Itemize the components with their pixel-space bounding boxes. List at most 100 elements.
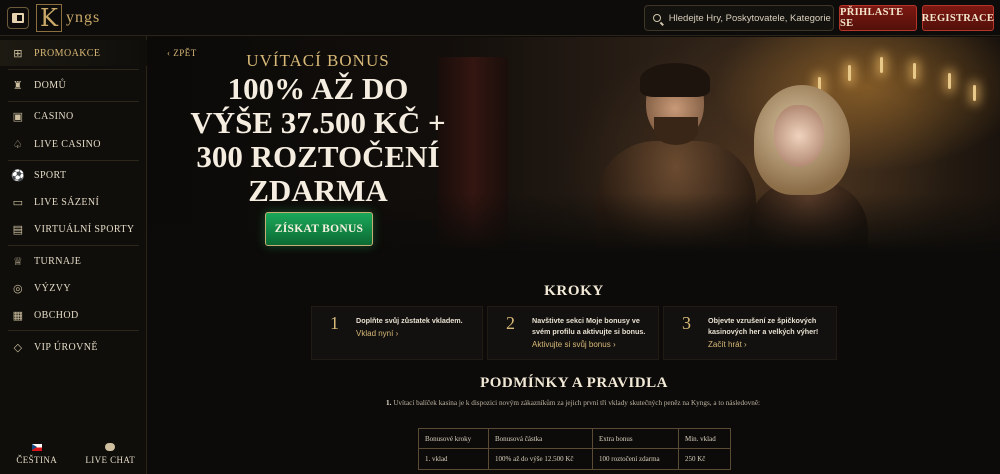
hero-title-line: 100% AŽ DO [227,71,409,106]
start-playing-link[interactable]: Začít hrát › [708,340,747,349]
sidebar-item-domu[interactable]: ♜ DOMŮ [0,72,147,98]
sidebar-divider [8,101,139,102]
diamond-icon: ◇ [13,340,23,354]
sidebar-item-label: VIP ÚROVNĚ [34,341,98,353]
castle-icon: ♜ [12,78,24,92]
hero-title-line: VÝŠE 37.500 KČ + [190,105,446,140]
live-icon: ▭ [12,195,24,209]
chevron-right-icon: › [612,340,616,349]
step-number: 2 [506,313,515,333]
logo-mark: K [36,4,62,32]
sidebar-item-vip-urovne[interactable]: ◇ VIP ÚROVNĚ [0,334,147,360]
top-bar: K yngs PŘIHLASTE SE REGISTRACE [0,0,1000,36]
hero-title: 100% AŽ DO VÝŠE 37.500 KČ + 300 ROZTOČEN… [148,72,488,208]
search-box[interactable] [644,5,834,31]
sidebar-divider [8,245,139,246]
sidebar-item-label: LIVE SÁZENÍ [34,196,100,208]
rules-text: Uvítací balíček kasina je k dispozici no… [393,399,761,407]
sidebar-item-live-casino[interactable]: ♤ LIVE CASINO [0,131,147,157]
hero-title-line: 300 ROZTOČENÍ [196,139,440,174]
sidebar-item-label: DOMŮ [34,79,67,91]
sidebar-item-label: SPORT [34,169,67,181]
sidebar-item-virtualni-sporty[interactable]: ▤ VIRTUÁLNÍ SPORTY [0,216,147,242]
table-cell: 250 Kč [678,448,731,470]
logo-text: yngs [66,9,101,26]
sidebar-toggle-button[interactable] [7,7,29,29]
sidebar-item-label: PROMOAKCE [34,47,101,59]
language-label: ČEŠTINA [16,454,58,465]
virtual-sports-icon: ▤ [12,222,24,236]
rules-paragraph: 1. Uvítací balíček kasina je k dispozici… [386,398,786,409]
step-link-label: Vklad nyní [356,329,394,338]
sidebar-item-turnaje[interactable]: ♕ TURNAJE [0,248,147,274]
deposit-now-link[interactable]: Vklad nyní › [356,329,398,338]
sidebar-item-sport[interactable]: ⚽ SPORT [0,162,147,188]
sidebar-item-obchod[interactable]: ▦ OBCHOD [0,302,147,328]
sidebar-divider [8,160,139,161]
football-icon: ⚽ [10,168,26,182]
steps-title: KROKY [544,283,604,299]
chevron-right-icon: › [395,329,399,338]
step-card: 2 Navštivte sekci Moje bonusy ve svém pr… [487,306,659,360]
sidebar-item-label: VÝZVY [34,282,71,294]
bonus-table: Bonusové kroky Bonusová částka Extra bon… [418,428,731,470]
table-cell: 1. vklad [418,448,489,470]
rules-number: 1. [386,399,392,407]
table-header-cell: Bonusová částka [488,428,593,449]
live-chat-button[interactable]: LIVE CHAT [74,434,148,474]
step-card: 1 Doplňte svůj zůstatek vkladem. Vklad n… [311,306,483,360]
hero-subtitle: UVÍTACÍ BONUS [246,51,390,70]
sidebar-item-live-sazeni[interactable]: ▭ LIVE SÁZENÍ [0,189,147,215]
search-icon [653,14,661,22]
chevron-right-icon: › [744,340,747,349]
sidebar: ⊞ PROMOAKCE ♜ DOMŮ ▣ CASINO ♤ LIVE CASINO ⚽ S… [0,36,147,474]
get-bonus-button[interactable]: ZÍSKAT BONUS [265,212,373,246]
coins-icon: ◎ [13,281,23,295]
step-card: 3 Objevte vzrušení ze špičkových kasinov… [663,306,837,360]
sidebar-toggle-icon [12,13,24,23]
chat-icon [105,443,116,451]
table-cell: 100 roztočení zdarma [592,448,679,470]
sidebar-item-label: LIVE CASINO [34,138,101,150]
sidebar-item-label: TURNAJE [34,255,82,267]
step-number: 3 [682,313,691,333]
live-chat-label: LIVE CHAT [85,455,136,465]
table-header-cell: Min. vklad [678,428,731,449]
table-row: 1. vklad 100% až do výše 12.500 Kč 100 r… [418,448,731,470]
cards-icon: ♤ [12,137,24,151]
hero-man-image [596,63,756,253]
sidebar-divider [8,330,139,331]
logo[interactable]: K yngs [36,4,100,32]
step-number: 1 [330,313,339,333]
sidebar-item-label: CASINO [34,110,74,122]
register-button[interactable]: REGISTRACE [922,5,994,31]
hero-woman-image [748,85,878,253]
sidebar-item-casino[interactable]: ▣ CASINO [0,103,147,129]
table-header-cell: Extra bonus [592,428,679,449]
step-text: Objevte vzrušení ze špičkových kasinovýc… [708,316,819,336]
language-button[interactable]: ČEŠTINA [0,434,74,474]
gift-icon: ⊞ [13,46,23,60]
activate-bonus-link[interactable]: Aktivujte si svůj bonus › [532,340,616,349]
slot-machine-icon: ▣ [12,109,24,123]
step-link-label: Začít hrát [708,340,742,349]
sidebar-divider [8,69,139,70]
sidebar-item-label: OBCHOD [34,309,79,321]
shop-icon: ▦ [12,308,24,322]
table-cell: 100% až do výše 12.500 Kč [488,448,593,470]
sidebar-item-vyzvy[interactable]: ◎ VÝZVY [0,275,147,301]
search-input[interactable] [668,12,833,24]
sidebar-footer: ČEŠTINA LIVE CHAT [0,434,147,474]
sidebar-item-label: VIRTUÁLNÍ SPORTY [34,223,135,235]
table-header-row: Bonusové kroky Bonusová částka Extra bon… [418,428,731,449]
table-header-cell: Bonusové kroky [418,428,489,449]
step-text: Doplňte svůj zůstatek vkladem. [356,316,463,325]
sidebar-item-promoakce[interactable]: ⊞ PROMOAKCE [0,40,147,66]
trophy-icon: ♕ [12,254,24,268]
rules-title: PODMÍNKY A PRAVIDLA [480,375,668,391]
czech-flag-icon [31,443,42,451]
hero-title-line: ZDARMA [248,173,388,208]
step-text: Navštivte sekci Moje bonusy ve svém prof… [532,316,646,336]
login-button[interactable]: PŘIHLASTE SE [839,5,917,31]
step-link-label: Aktivujte si svůj bonus [532,340,611,349]
